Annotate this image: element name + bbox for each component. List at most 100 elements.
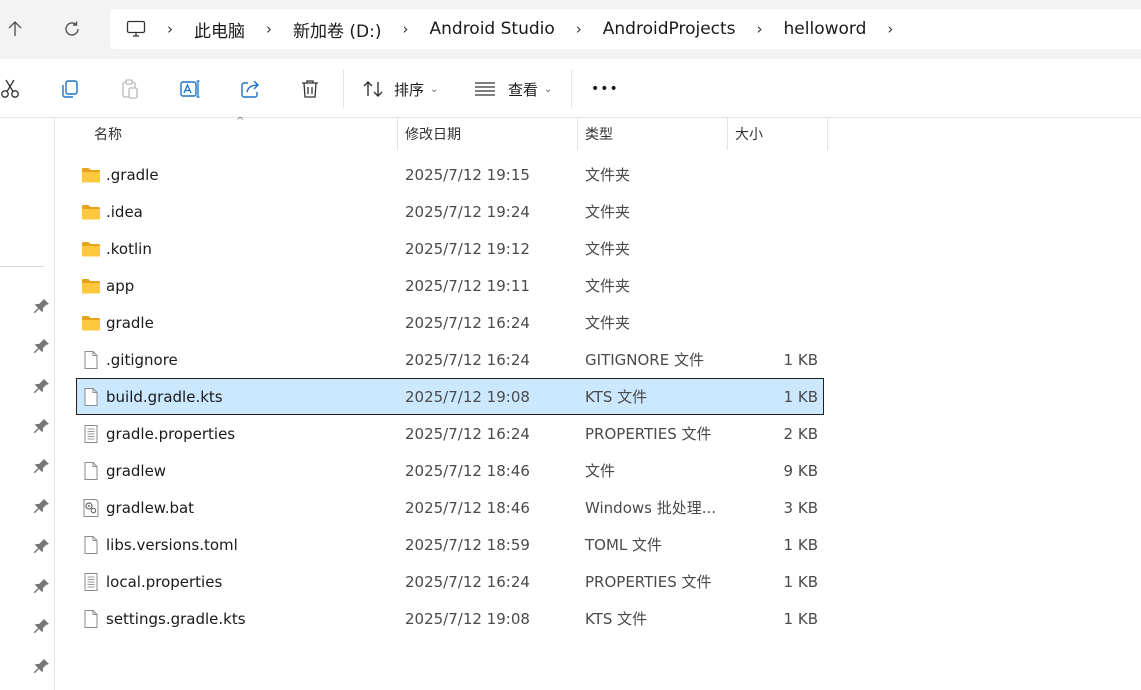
file-size: 1 KB: [783, 535, 818, 554]
file-name: local.properties: [106, 572, 223, 591]
file-name: .gradle: [106, 165, 159, 184]
chevron-right-icon[interactable]: ›: [576, 20, 582, 38]
rename-icon[interactable]: [175, 74, 205, 104]
folder-icon: [81, 239, 101, 259]
breadcrumb-item-android-projects[interactable]: AndroidProjects: [603, 19, 736, 39]
file-icon: [81, 350, 101, 370]
file-type: 文件夹: [585, 203, 631, 221]
file-modified-date: 2025/7/12 18:59: [405, 535, 530, 554]
sort-ascending-icon: ^: [236, 116, 245, 127]
breadcrumb-item-android-studio[interactable]: Android Studio: [430, 19, 555, 39]
column-resize-handle[interactable]: [397, 118, 398, 150]
pin-icon[interactable]: [34, 378, 50, 394]
sort-label: 排序: [394, 80, 425, 99]
file-row[interactable]: gradlew.bat 2025/7/12 18:46 Windows 批处理...…: [76, 489, 824, 526]
text-file-icon: [81, 424, 101, 444]
file-row[interactable]: .gradle 2025/7/12 19:15 文件夹: [76, 156, 824, 193]
file-size: 1 KB: [783, 387, 818, 406]
breadcrumb-item-helloword[interactable]: helloword: [784, 19, 867, 39]
folder-icon: [81, 165, 101, 185]
file-type: TOML 文件: [585, 536, 663, 554]
file-modified-date: 2025/7/12 18:46: [405, 498, 530, 517]
file-size: 3 KB: [783, 498, 818, 517]
file-row[interactable]: settings.gradle.kts 2025/7/12 19:08 KTS 文件…: [76, 600, 824, 637]
file-modified-date: 2025/7/12 19:08: [405, 609, 530, 628]
file-row[interactable]: gradlew 2025/7/12 18:46 文件 9 KB: [76, 452, 824, 489]
file-type: 文件夹: [585, 314, 631, 332]
pin-icon[interactable]: [34, 458, 50, 474]
file-name: .idea: [106, 202, 143, 221]
file-name: gradlew: [106, 461, 167, 480]
file-modified-date: 2025/7/12 16:24: [405, 572, 530, 591]
toolbar-divider: [571, 70, 572, 108]
folder-icon: [81, 202, 101, 222]
column-header-name[interactable]: 名称: [94, 118, 122, 150]
file-row[interactable]: .kotlin 2025/7/12 19:12 文件夹: [76, 230, 824, 267]
share-icon[interactable]: [235, 74, 265, 104]
copy-icon[interactable]: [55, 74, 85, 104]
file-name: build.gradle.kts: [106, 387, 223, 406]
more-options-button[interactable]: •••: [591, 74, 619, 104]
file-row[interactable]: build.gradle.kts 2025/7/12 19:08 KTS 文件 1 K…: [76, 378, 824, 415]
file-type: Windows 批处理...: [585, 499, 717, 517]
computer-icon[interactable]: [126, 20, 146, 38]
cut-icon[interactable]: [0, 74, 25, 104]
pin-icon[interactable]: [34, 658, 50, 674]
file-name: gradle: [106, 313, 154, 332]
pin-icon[interactable]: [34, 298, 50, 314]
chevron-right-icon[interactable]: ›: [266, 20, 272, 38]
pin-icon[interactable]: [34, 538, 50, 554]
file-name: settings.gradle.kts: [106, 609, 246, 628]
breadcrumb-item-this-pc[interactable]: 此电脑: [194, 17, 245, 42]
file-row[interactable]: app 2025/7/12 19:11 文件夹: [76, 267, 824, 304]
sort-button[interactable]: 排序 ⌄: [362, 74, 438, 104]
column-header-size[interactable]: 大小: [735, 118, 763, 150]
breadcrumb-item-drive-d[interactable]: 新加卷 (D:): [293, 17, 382, 42]
column-resize-handle[interactable]: [827, 118, 828, 150]
pin-icon[interactable]: [34, 618, 50, 634]
pin-icon[interactable]: [34, 418, 50, 434]
column-resize-handle[interactable]: [727, 118, 728, 150]
file-row[interactable]: gradle.properties 2025/7/12 16:24 PROPERTI…: [76, 415, 824, 452]
breadcrumb[interactable]: › 此电脑 › 新加卷 (D:) › Android Studio › Andr…: [110, 9, 1141, 49]
file-row[interactable]: .gitignore 2025/7/12 16:24 GITIGNORE 文件 1 K…: [76, 341, 824, 378]
pin-icon[interactable]: [34, 578, 50, 594]
file-modified-date: 2025/7/12 19:24: [405, 202, 530, 221]
chevron-right-icon[interactable]: ›: [167, 20, 173, 38]
view-label: 查看: [508, 80, 539, 99]
column-header-type[interactable]: 类型: [585, 118, 613, 150]
file-size: 1 KB: [783, 350, 818, 369]
chevron-down-icon: ⌄: [430, 83, 439, 95]
refresh-icon[interactable]: [57, 14, 87, 44]
file-name: libs.versions.toml: [106, 535, 238, 554]
pin-icon[interactable]: [34, 498, 50, 514]
file-type: KTS 文件: [585, 388, 648, 406]
file-modified-date: 2025/7/12 19:15: [405, 165, 530, 184]
file-modified-date: 2025/7/12 16:24: [405, 313, 530, 332]
file-row[interactable]: libs.versions.toml 2025/7/12 18:59 TOML 文件…: [76, 526, 824, 563]
chevron-right-icon[interactable]: ›: [403, 20, 409, 38]
chevron-right-icon[interactable]: ›: [887, 20, 893, 38]
pin-icon[interactable]: [34, 338, 50, 354]
file-type: KTS 文件: [585, 610, 648, 628]
column-header-date[interactable]: 修改日期: [405, 118, 461, 150]
navigation-pane: [0, 118, 55, 690]
file-modified-date: 2025/7/12 18:46: [405, 461, 530, 480]
folder-icon: [81, 313, 101, 333]
paste-icon: [115, 74, 145, 104]
file-row[interactable]: .idea 2025/7/12 19:24 文件夹: [76, 193, 824, 230]
up-arrow-icon[interactable]: [0, 14, 30, 44]
column-resize-handle[interactable]: [577, 118, 578, 150]
file-row[interactable]: gradle 2025/7/12 16:24 文件夹: [76, 304, 824, 341]
file-row[interactable]: local.properties 2025/7/12 16:24 PROPERTIE…: [76, 563, 824, 600]
delete-icon[interactable]: [295, 74, 325, 104]
text-file-icon: [81, 572, 101, 592]
batch-file-icon: [81, 498, 101, 518]
toolbar-divider: [343, 70, 344, 108]
view-button[interactable]: 查看 ⌄: [474, 74, 552, 104]
file-size: 9 KB: [783, 461, 818, 480]
file-name: app: [106, 276, 135, 295]
chevron-right-icon[interactable]: ›: [757, 20, 763, 38]
sidebar-divider: [0, 266, 44, 267]
file-modified-date: 2025/7/12 19:12: [405, 239, 530, 258]
